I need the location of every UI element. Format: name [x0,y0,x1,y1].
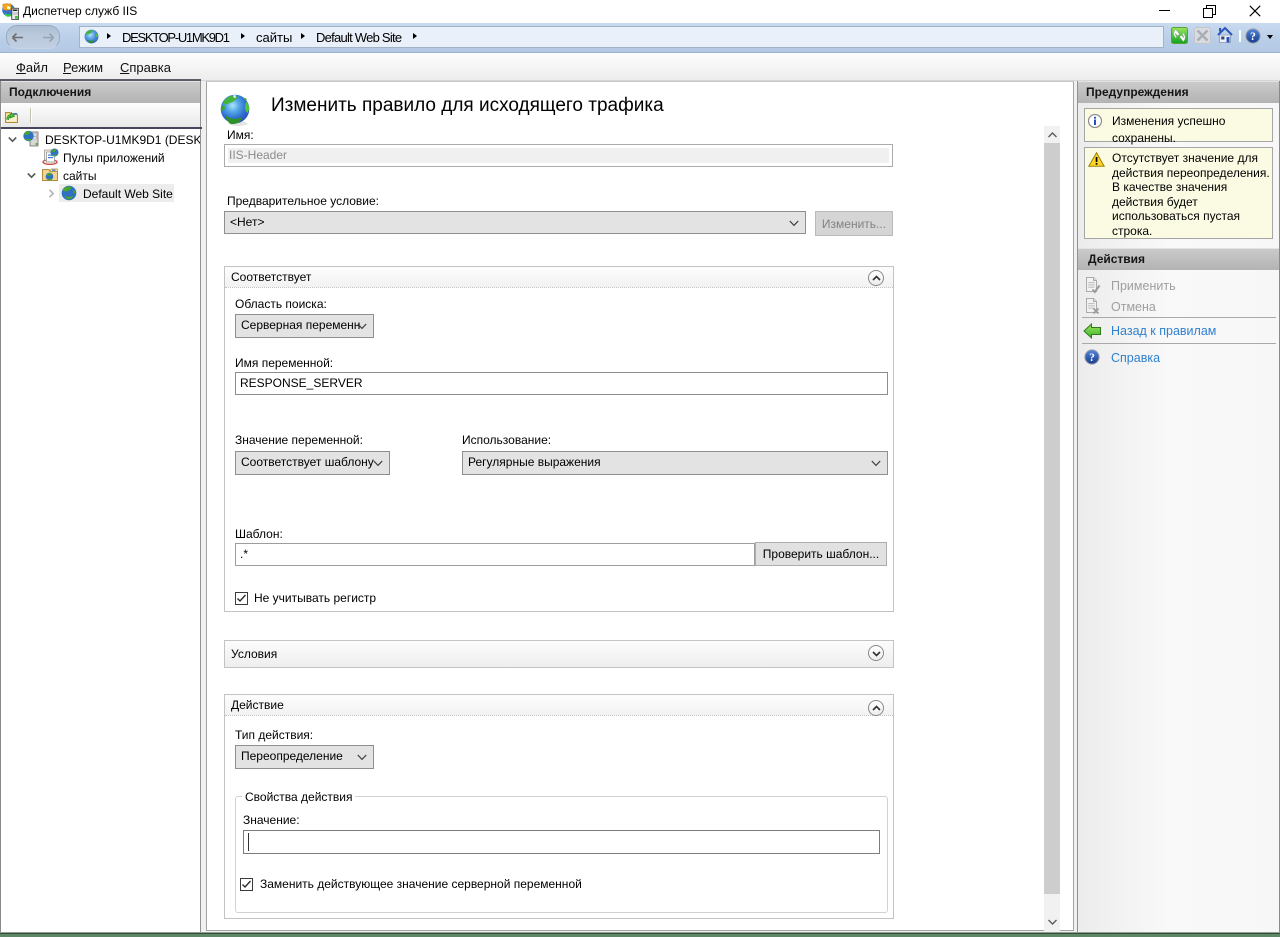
svg-text:?: ? [1250,31,1256,43]
svg-text:?: ? [1089,352,1095,364]
